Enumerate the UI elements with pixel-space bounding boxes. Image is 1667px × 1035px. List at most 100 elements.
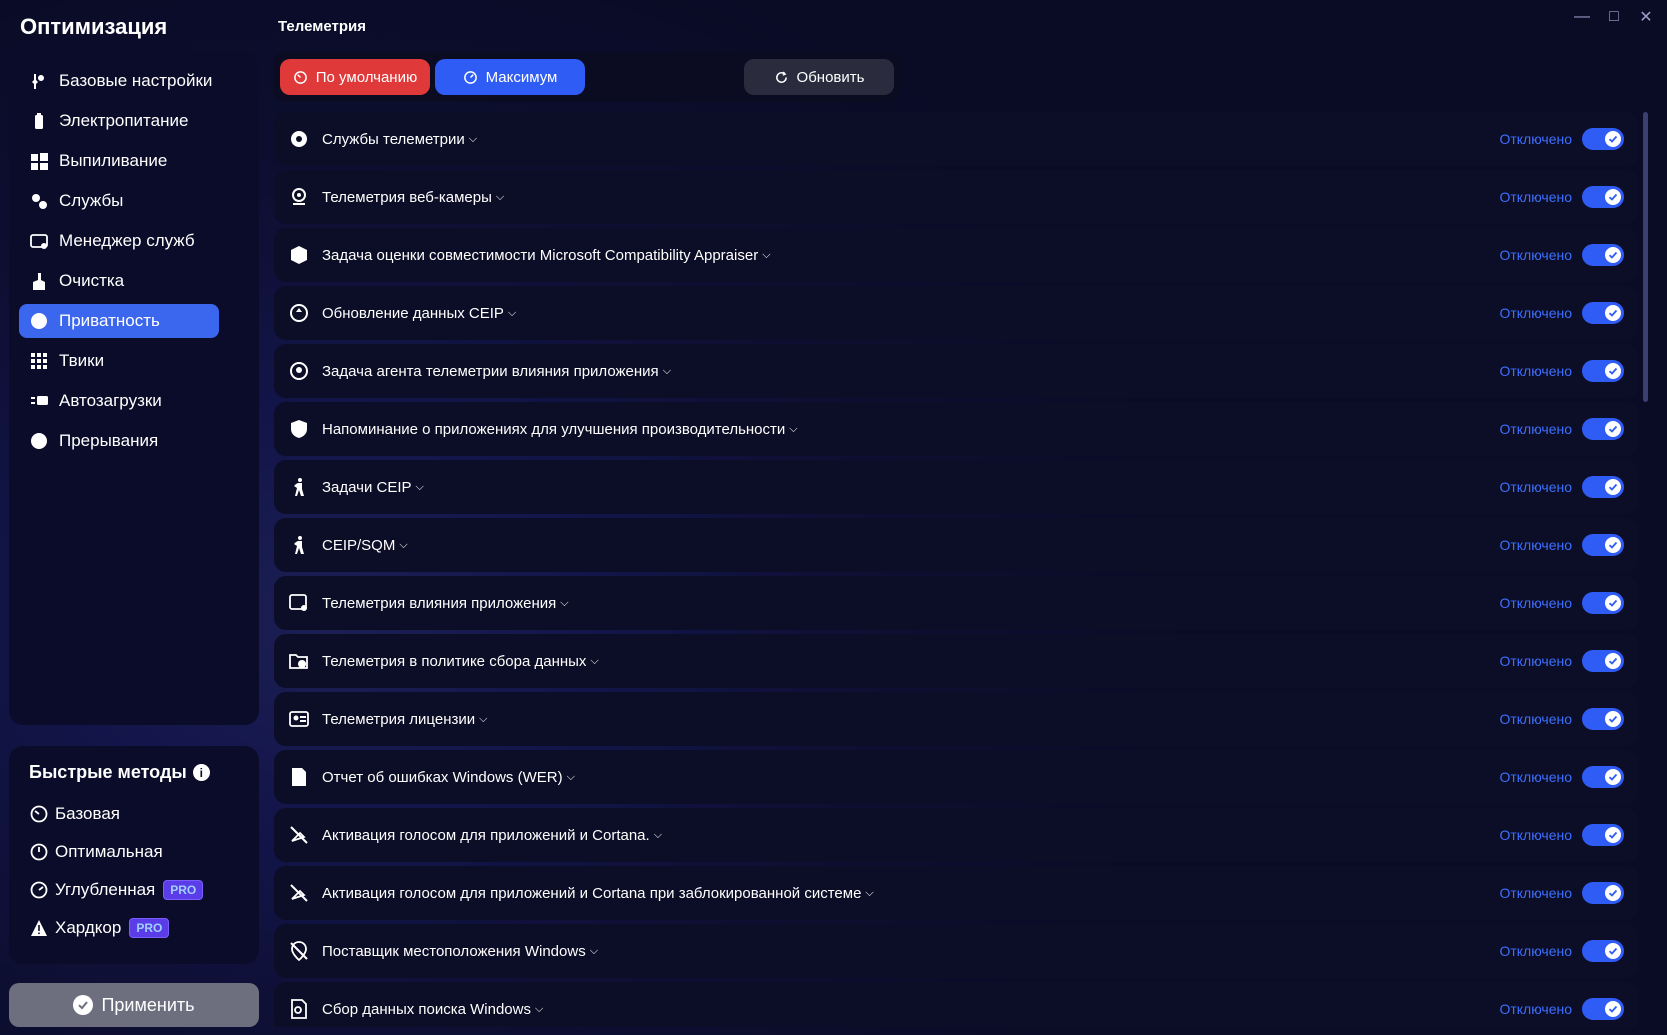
toggle-switch[interactable] (1582, 592, 1624, 614)
quick-method-item[interactable]: Базовая (29, 795, 239, 833)
telemetry-row: Задача оценки совместимости Microsoft Co… (274, 228, 1638, 282)
toggle-switch[interactable] (1582, 708, 1624, 730)
row-label[interactable]: Телеметрия лицензии (322, 711, 475, 728)
window-settings-icon (288, 592, 310, 614)
sidebar-item[interactable]: Приватность (19, 304, 219, 338)
pro-badge: PRO (163, 880, 204, 900)
chevron-down-icon[interactable]: ⌵ (416, 481, 424, 494)
quick-method-item[interactable]: Хардкор PRO (29, 909, 239, 947)
sidebar-item[interactable]: Службы (19, 184, 249, 218)
toggle-switch[interactable] (1582, 476, 1624, 498)
sidebar-item[interactable]: Базовые настройки (19, 64, 249, 98)
gears-icon (29, 191, 49, 211)
sidebar-item[interactable]: Выпиливание (19, 144, 249, 178)
sidebar-item-label: Приватность (59, 311, 160, 330)
telemetry-row: Активация голосом для приложений и Corta… (274, 808, 1638, 862)
chevron-down-icon[interactable]: ⌵ (663, 365, 671, 378)
chevron-down-icon[interactable]: ⌵ (654, 829, 662, 842)
row-label[interactable]: Отчет об ошибках Windows (WER) (322, 769, 563, 786)
info-icon[interactable]: i (192, 764, 210, 781)
row-label[interactable]: Поставщик местоположения Windows (322, 943, 586, 960)
window-controls: — □ ✕ (1571, 6, 1657, 28)
status-label: Отключено (1499, 1001, 1572, 1017)
telemetry-row: Задача агента телеметрии влияния приложе… (274, 344, 1638, 398)
refresh-button[interactable]: Обновить (744, 59, 894, 95)
status-label: Отключено (1499, 537, 1572, 553)
row-label[interactable]: Задачи CEIP (322, 479, 412, 496)
chevron-down-icon[interactable]: ⌵ (469, 133, 477, 146)
toggle-switch[interactable] (1582, 766, 1624, 788)
toggle-switch[interactable] (1582, 940, 1624, 962)
toggle-switch[interactable] (1582, 360, 1624, 382)
quick-method-item[interactable]: Углубленная PRO (29, 871, 239, 909)
toggle-switch[interactable] (1582, 302, 1624, 324)
toggle-switch[interactable] (1582, 418, 1624, 440)
check-icon (1605, 769, 1621, 785)
chevron-down-icon[interactable]: ⌵ (479, 713, 487, 726)
sidebar-item[interactable]: Очистка (19, 264, 249, 298)
toggle-switch[interactable] (1582, 998, 1624, 1020)
default-preset-button[interactable]: По умолчанию (280, 59, 430, 95)
telemetry-row: Сбор данных поиска Windows ⌵ Отключено (274, 982, 1638, 1027)
telemetry-row: Телеметрия веб-камеры ⌵ Отключено (274, 170, 1638, 224)
chevron-down-icon[interactable]: ⌵ (535, 1003, 543, 1016)
refresh-icon (775, 70, 787, 83)
toggle-switch[interactable] (1582, 882, 1624, 904)
max-preset-button[interactable]: Максимум (435, 59, 585, 95)
check-icon (1605, 885, 1621, 901)
windows-icon (29, 151, 49, 171)
row-label[interactable]: Телеметрия влияния приложения (322, 595, 556, 612)
chevron-down-icon[interactable]: ⌵ (496, 191, 504, 204)
toggle-switch[interactable] (1582, 824, 1624, 846)
quick-method-item[interactable]: Оптимальная (29, 833, 239, 871)
chevron-down-icon[interactable]: ⌵ (590, 655, 598, 668)
sidebar-item[interactable]: Прерывания (19, 424, 249, 458)
row-label[interactable]: Телеметрия веб-камеры (322, 189, 492, 206)
row-label[interactable]: Активация голосом для приложений и Corta… (322, 827, 650, 844)
status-label: Отключено (1499, 595, 1572, 611)
check-icon (1605, 247, 1621, 263)
gauge-low-icon (29, 804, 49, 824)
toggle-switch[interactable] (1582, 186, 1624, 208)
sidebar-item[interactable]: Твики (19, 344, 249, 378)
row-label[interactable]: Службы телеметрии (322, 131, 465, 148)
apply-button[interactable]: Применить (9, 983, 259, 1027)
tools-icon (29, 71, 49, 91)
toggle-switch[interactable] (1582, 650, 1624, 672)
chevron-down-icon[interactable]: ⌵ (508, 307, 516, 320)
row-label[interactable]: Обновление данных CEIP (322, 305, 504, 322)
toggle-switch[interactable] (1582, 128, 1624, 150)
sidebar-item[interactable]: Электропитание (19, 104, 249, 138)
sidebar-item[interactable]: Автозагрузки (19, 384, 249, 418)
sidebar-item[interactable]: Менеджер служб (19, 224, 249, 258)
chevron-down-icon[interactable]: ⌵ (560, 597, 568, 610)
status-label: Отключено (1499, 769, 1572, 785)
chevron-down-icon[interactable]: ⌵ (567, 771, 575, 784)
sidebar-item-label: Твики (59, 351, 105, 370)
chevron-down-icon[interactable]: ⌵ (399, 539, 407, 552)
row-label[interactable]: Задача оценки совместимости Microsoft Co… (322, 247, 758, 264)
preset-bar: По умолчанию Максимум Обновить (274, 52, 900, 102)
row-label[interactable]: CEIP/SQM (322, 537, 395, 554)
voice-off-icon (288, 824, 310, 846)
check-circle-icon (73, 995, 94, 1015)
chevron-down-icon[interactable]: ⌵ (762, 249, 770, 262)
toggle-switch[interactable] (1582, 534, 1624, 556)
chevron-down-icon[interactable]: ⌵ (789, 423, 797, 436)
row-label[interactable]: Телеметрия в политике сбора данных (322, 653, 586, 670)
close-icon[interactable]: ✕ (1635, 6, 1657, 28)
scrollbar[interactable] (1643, 112, 1648, 402)
toggle-switch[interactable] (1582, 244, 1624, 266)
row-label[interactable]: Задача агента телеметрии влияния приложе… (322, 363, 659, 380)
quick-methods-title: Быстрые методы i (29, 762, 239, 783)
chevron-down-icon[interactable]: ⌵ (590, 945, 598, 958)
minimize-icon[interactable]: — (1571, 6, 1593, 28)
row-label[interactable]: Активация голосом для приложений и Corta… (322, 885, 861, 902)
row-label[interactable]: Сбор данных поиска Windows (322, 1001, 531, 1018)
quick-method-label: Углубленная (55, 880, 156, 899)
row-label[interactable]: Напоминание о приложениях для улучшения … (322, 421, 785, 438)
chevron-down-icon[interactable]: ⌵ (865, 887, 873, 900)
check-icon (1605, 363, 1621, 379)
maximize-icon[interactable]: □ (1603, 6, 1625, 28)
check-icon (1605, 1001, 1621, 1017)
